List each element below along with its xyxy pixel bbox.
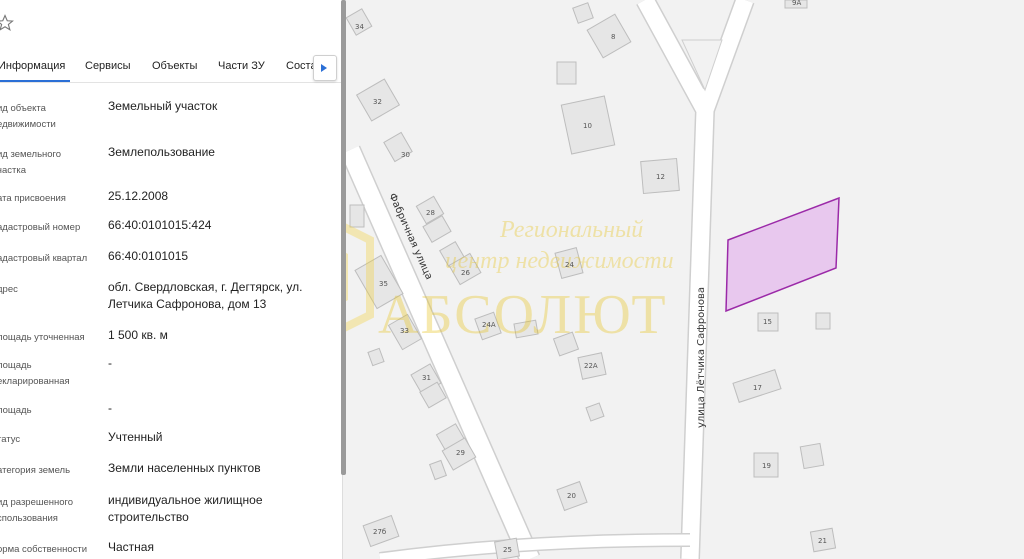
house-number: 22А (584, 362, 598, 370)
info-row-label: адастровый номер (0, 222, 81, 233)
info-row-label: ата присвоения (0, 193, 66, 204)
info-row-label: лощадь екларированная (0, 360, 70, 387)
street-label-safronova: улица Лётчика Сафронова (696, 287, 707, 428)
tab-land-parts[interactable]: Части ЗУ (218, 60, 265, 72)
tab-services[interactable]: Сервисы (85, 60, 131, 72)
house-number: 8 (611, 33, 615, 41)
house-number: 24 (565, 261, 574, 269)
info-row-label: лощадь (0, 405, 32, 416)
info-row-value: Земли населенных пунктов (108, 461, 261, 475)
info-row-value: индивидуальное жилищное строительство (108, 493, 263, 524)
watermark-brand: АБСОЛЮТ (378, 284, 668, 346)
chevron-right-icon (321, 64, 327, 72)
house-number: 20 (567, 492, 576, 500)
info-row-value: 66:40:0101015 (108, 249, 189, 263)
house-number: 33 (400, 327, 409, 335)
house-number: 21 (818, 537, 827, 545)
active-tab-indicator (0, 80, 70, 82)
info-row-label: атегория земель (0, 465, 71, 476)
info-row-value: - (108, 401, 112, 415)
house-number: 25 (503, 546, 512, 554)
info-row-value: 1 500 кв. м (108, 328, 168, 342)
info-row-label: ид объекта едвижимости (0, 103, 56, 130)
house-number: 24А (482, 321, 496, 329)
info-panel: Информация Сервисы Объекты Части ЗУ Сост… (0, 0, 343, 559)
house-number: 12 (656, 173, 665, 181)
info-row-label: лощадь уточненная (0, 332, 85, 343)
info-row-label: адастровый квартал (0, 253, 88, 264)
info-row-value: - (108, 356, 112, 370)
info-row-value: Землепользование (108, 145, 215, 159)
star-icon[interactable] (0, 14, 14, 32)
house-number: 26 (461, 269, 470, 277)
info-row-value: обл. Свердловская, г. Дегтярск, ул. Летч… (108, 280, 303, 311)
info-row-value: Частная (108, 540, 154, 554)
house-number: 35 (379, 280, 388, 288)
house-number: 28 (426, 209, 435, 217)
watermark-line1: Региональный (499, 217, 643, 243)
tab-objects[interactable]: Объекты (152, 60, 197, 72)
info-row-label: татус (0, 434, 21, 445)
house-number: 17 (753, 384, 762, 392)
house-number: 34 (355, 23, 364, 31)
house-number: 15 (763, 318, 772, 326)
tab-information[interactable]: Информация (0, 60, 65, 72)
panel-scrollbar[interactable] (341, 0, 346, 475)
info-row-label: дрес (0, 284, 18, 295)
tabs-next-button[interactable] (313, 55, 337, 81)
house-number: 27б (373, 528, 386, 536)
info-row-value: 66:40:0101015:424 (108, 218, 212, 232)
tab-composition[interactable]: Соста (286, 60, 317, 72)
house-number: 9А (792, 0, 801, 7)
watermark-line2: центр недвижимости (445, 248, 674, 274)
house-number: 19 (762, 462, 771, 470)
house-number: 31 (422, 374, 431, 382)
house-number: 30 (401, 151, 410, 159)
info-row-label: ид земельного частка (0, 149, 62, 176)
house-number: 32 (373, 98, 382, 106)
house-number: 10 (583, 122, 592, 130)
info-row-value: 25.12.2008 (108, 189, 169, 203)
tab-bar: Информация Сервисы Объекты Части ЗУ Сост… (0, 52, 342, 83)
info-row-label: орма собственности (0, 544, 88, 555)
info-row-value: Земельный участок (108, 99, 218, 113)
info-row-value: Учтенный (108, 430, 163, 444)
info-row-label: ид разрешенного спользования (0, 497, 74, 524)
house-number: 29 (456, 449, 465, 457)
